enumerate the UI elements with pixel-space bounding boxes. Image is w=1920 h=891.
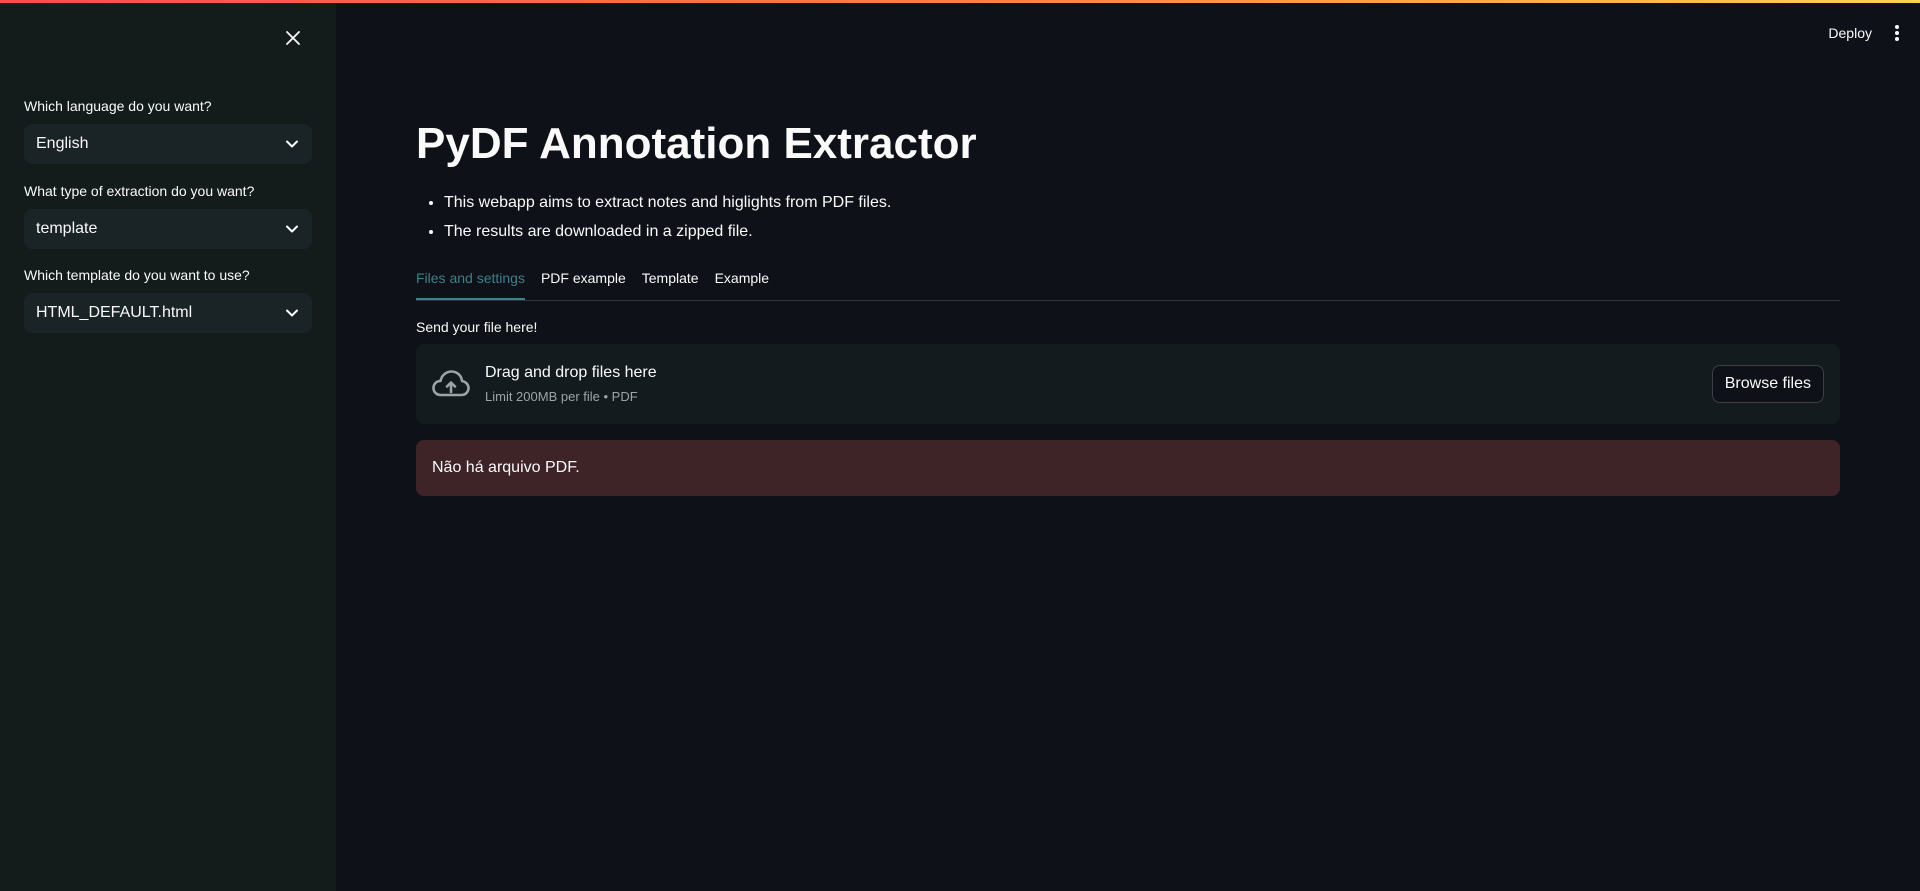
extraction-type-field: What type of extraction do you want? tem…: [24, 181, 312, 249]
dropzone-instruction: Drag and drop files here: [485, 364, 657, 381]
file-dropzone[interactable]: Drag and drop files here Limit 200MB per…: [416, 344, 1840, 424]
tab-bar: Files and settings PDF example Template …: [416, 264, 1840, 301]
template-label: Which template do you want to use?: [24, 267, 250, 283]
alert-text: Não há arquivo PDF.: [432, 459, 580, 476]
top-decoration-bar: [0, 0, 1920, 3]
dropzone-limit: Limit 200MB per file • PDF: [485, 389, 638, 404]
template-select-value: HTML_DEFAULT.html: [36, 304, 193, 321]
list-item: The results are downloaded in a zipped f…: [444, 217, 891, 246]
error-alert: Não há arquivo PDF.: [416, 440, 1840, 496]
chevron-down-icon: [286, 306, 300, 320]
tab-files-and-settings[interactable]: Files and settings: [416, 264, 525, 300]
tab-pdf-example[interactable]: PDF example: [541, 264, 626, 300]
page-title: PyDF Annotation Extractor: [416, 119, 977, 168]
more-menu-icon[interactable]: [1894, 24, 1900, 42]
sidebar: Which language do you want? English What…: [0, 0, 336, 891]
language-select[interactable]: English: [24, 124, 312, 164]
chevron-down-icon: [286, 137, 300, 151]
header-toolbar: Deploy: [1828, 24, 1900, 42]
language-select-value: English: [36, 135, 89, 152]
cloud-upload-icon: [432, 370, 470, 397]
deploy-button[interactable]: Deploy: [1828, 25, 1872, 41]
browse-files-button[interactable]: Browse files: [1711, 365, 1824, 403]
chevron-down-icon: [286, 222, 300, 236]
dropzone-text: Drag and drop files here Limit 200MB per…: [485, 361, 657, 407]
tab-example[interactable]: Example: [715, 264, 769, 300]
language-label: Which language do you want?: [24, 98, 212, 114]
language-field: Which language do you want? English: [24, 96, 312, 164]
close-sidebar-button[interactable]: [281, 26, 305, 50]
template-field: Which template do you want to use? HTML_…: [24, 265, 312, 333]
extraction-type-label: What type of extraction do you want?: [24, 183, 255, 199]
close-icon: [286, 31, 300, 45]
tab-template[interactable]: Template: [642, 264, 699, 300]
description-list: This webapp aims to extract notes and hi…: [416, 188, 891, 246]
uploader-label: Send your file here!: [416, 319, 538, 335]
list-item: This webapp aims to extract notes and hi…: [444, 188, 891, 217]
extraction-type-select-value: template: [36, 220, 98, 237]
template-select[interactable]: HTML_DEFAULT.html: [24, 293, 312, 333]
extraction-type-select[interactable]: template: [24, 209, 312, 249]
